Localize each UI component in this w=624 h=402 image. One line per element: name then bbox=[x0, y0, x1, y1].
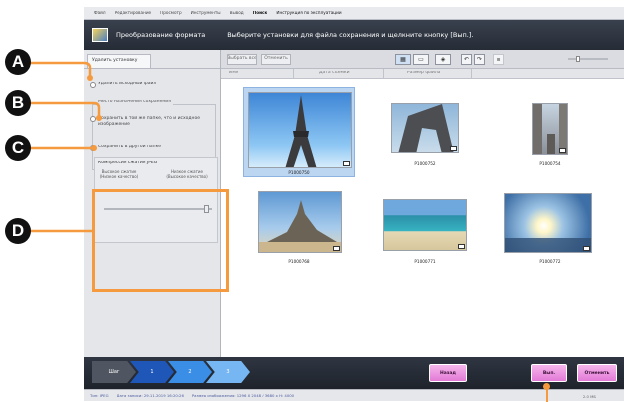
thumbnail-filename: P1000750 bbox=[288, 170, 310, 175]
thumbnail-filename: P1000752 bbox=[414, 161, 436, 166]
callout-b: B bbox=[5, 90, 31, 116]
status-file-size: 2.0 МБ bbox=[582, 394, 596, 399]
menu-file[interactable]: Файл bbox=[94, 11, 106, 15]
column-name[interactable]: Имя bbox=[229, 71, 238, 76]
photo-mont-saint-michel bbox=[258, 191, 342, 253]
file-type-badge bbox=[333, 246, 340, 251]
thumbnail-item[interactable]: P1000768 bbox=[243, 187, 355, 277]
thumbnail-item[interactable]: P1000750 bbox=[243, 87, 355, 177]
delete-icon[interactable]: ▪ bbox=[493, 54, 504, 65]
status-file-type: Тип: JPEG bbox=[90, 393, 109, 398]
file-type-badge bbox=[343, 161, 350, 166]
thumbnail-item[interactable]: P1000752 bbox=[369, 87, 481, 177]
thumbnail-filename: P1000754 bbox=[539, 161, 561, 166]
step-3: 3 bbox=[206, 361, 250, 383]
column-date[interactable]: Дата съемки bbox=[319, 71, 350, 76]
rotate-right-icon[interactable]: ↷ bbox=[474, 54, 485, 65]
low-compression-label: Низкое сжатие (Высокое качество) bbox=[166, 169, 208, 179]
option-label: Удалить исходный файл bbox=[98, 82, 157, 86]
photo-sunset bbox=[504, 193, 592, 253]
thumbnail-filename: P1000768 bbox=[288, 259, 310, 264]
file-type-badge bbox=[559, 148, 566, 153]
status-bar: Тип: JPEG Дата записи: 29.11.2019 16:20:… bbox=[84, 389, 624, 401]
run-button-callout-dot bbox=[543, 383, 550, 390]
window-instruction: Выберите установки для файла сохранения … bbox=[227, 31, 474, 39]
option-delete-source[interactable]: Удалить исходный файл bbox=[90, 82, 156, 88]
menu-search[interactable]: Поиск bbox=[253, 11, 268, 15]
photo-beach bbox=[383, 199, 467, 251]
status-resolution: Размер изображения: 1296 X 2048 / 3680 x… bbox=[191, 393, 295, 398]
column-divider bbox=[383, 69, 384, 78]
radio-button[interactable] bbox=[90, 116, 96, 122]
menu-bar: Файл Редактирование Просмотр Инструменты… bbox=[84, 7, 624, 20]
status-date: Дата записи: 29.11.2019 16:20:26 bbox=[116, 393, 184, 398]
cancel-selection-button[interactable]: Отменить bbox=[261, 54, 291, 65]
menu-tools[interactable]: Инструменты bbox=[191, 11, 221, 15]
column-divider bbox=[471, 69, 472, 78]
group-view-icon[interactable]: ◈ bbox=[435, 54, 451, 65]
zoom-slider-track[interactable] bbox=[568, 58, 608, 60]
thumbnail-item[interactable]: P1000772 bbox=[494, 187, 606, 277]
large-view-icon[interactable]: ▭ bbox=[413, 54, 429, 65]
thumbnail-item[interactable]: P1000754 bbox=[494, 87, 606, 177]
select-all-button[interactable]: Выбрать все bbox=[227, 54, 257, 65]
thumbnail-view-icon[interactable]: ▦ bbox=[395, 54, 411, 65]
photo-convert-icon bbox=[92, 28, 108, 42]
menu-manual[interactable]: Инструкция по эксплуатации bbox=[276, 11, 341, 15]
step-1: 1 bbox=[130, 361, 174, 383]
zoom-slider-handle[interactable] bbox=[576, 56, 580, 62]
option-same-folder[interactable]: Сохранить в той же папке, что и исходное… bbox=[90, 116, 202, 128]
file-type-badge bbox=[458, 244, 465, 249]
destination-group-title: Место назначения сохранения bbox=[96, 100, 173, 105]
back-button[interactable]: Назад bbox=[429, 364, 467, 382]
horizon-graphic bbox=[505, 238, 591, 252]
callout-d-highlight bbox=[92, 189, 229, 292]
menu-edit[interactable]: Редактирование bbox=[115, 11, 152, 15]
callout-a: A bbox=[5, 49, 31, 75]
menu-view[interactable]: Просмотр bbox=[160, 11, 182, 15]
thumbnail-area: P1000750 P1000752 P1000754 P1000768 P100… bbox=[221, 79, 624, 357]
tab-divider bbox=[84, 68, 220, 69]
island-graphic bbox=[259, 200, 341, 252]
thumbnail-toolbar: Выбрать все Отменить ▦ ▭ ◈ ↶ ↷ ▪ bbox=[221, 50, 624, 69]
cancel-button[interactable]: Отменить bbox=[577, 364, 617, 382]
title-bar: Преобразование формата Выберите установк… bbox=[84, 20, 624, 50]
callout-d: D bbox=[5, 218, 31, 244]
tab-delete-setting[interactable]: Удалить установку bbox=[87, 54, 151, 68]
photo-street bbox=[532, 103, 568, 155]
option-label: Сохранить в другой папке bbox=[98, 145, 162, 149]
column-divider bbox=[293, 69, 294, 78]
step-label: Шаг bbox=[92, 361, 136, 383]
thumbnail-filename: P1000772 bbox=[539, 259, 561, 264]
window-title: Преобразование формата bbox=[116, 31, 206, 39]
menu-output[interactable]: Вывод bbox=[230, 11, 244, 15]
photo-arc-de-triomphe bbox=[391, 103, 459, 153]
column-header: Имя Дата съемки Размер файла bbox=[221, 69, 624, 79]
option-other-folder[interactable]: Сохранить в другой папке bbox=[90, 145, 161, 151]
file-type-badge bbox=[583, 246, 590, 251]
arch-graphic bbox=[398, 104, 454, 152]
run-button[interactable]: Вып. bbox=[531, 364, 567, 382]
high-compression-label: Высокое сжатие (Низкое качество) bbox=[99, 169, 139, 179]
jpeg-quality-title: Компрессия сжатия JPEG bbox=[98, 161, 158, 165]
eiffel-tower-graphic bbox=[285, 95, 317, 167]
thumbnail-item[interactable]: P1000771 bbox=[369, 187, 481, 277]
thumbnail-filename: P1000771 bbox=[414, 259, 436, 264]
radio-button[interactable] bbox=[90, 145, 96, 151]
step-2: 2 bbox=[168, 361, 212, 383]
rotate-left-icon[interactable]: ↶ bbox=[461, 54, 472, 65]
radio-button[interactable] bbox=[90, 82, 96, 88]
option-label: Сохранить в той же папке, что и исходное… bbox=[98, 116, 201, 127]
callout-c: C bbox=[5, 135, 31, 161]
column-size[interactable]: Размер файла bbox=[407, 71, 440, 76]
file-type-badge bbox=[450, 146, 457, 151]
photo-eiffel-tower bbox=[248, 92, 352, 168]
